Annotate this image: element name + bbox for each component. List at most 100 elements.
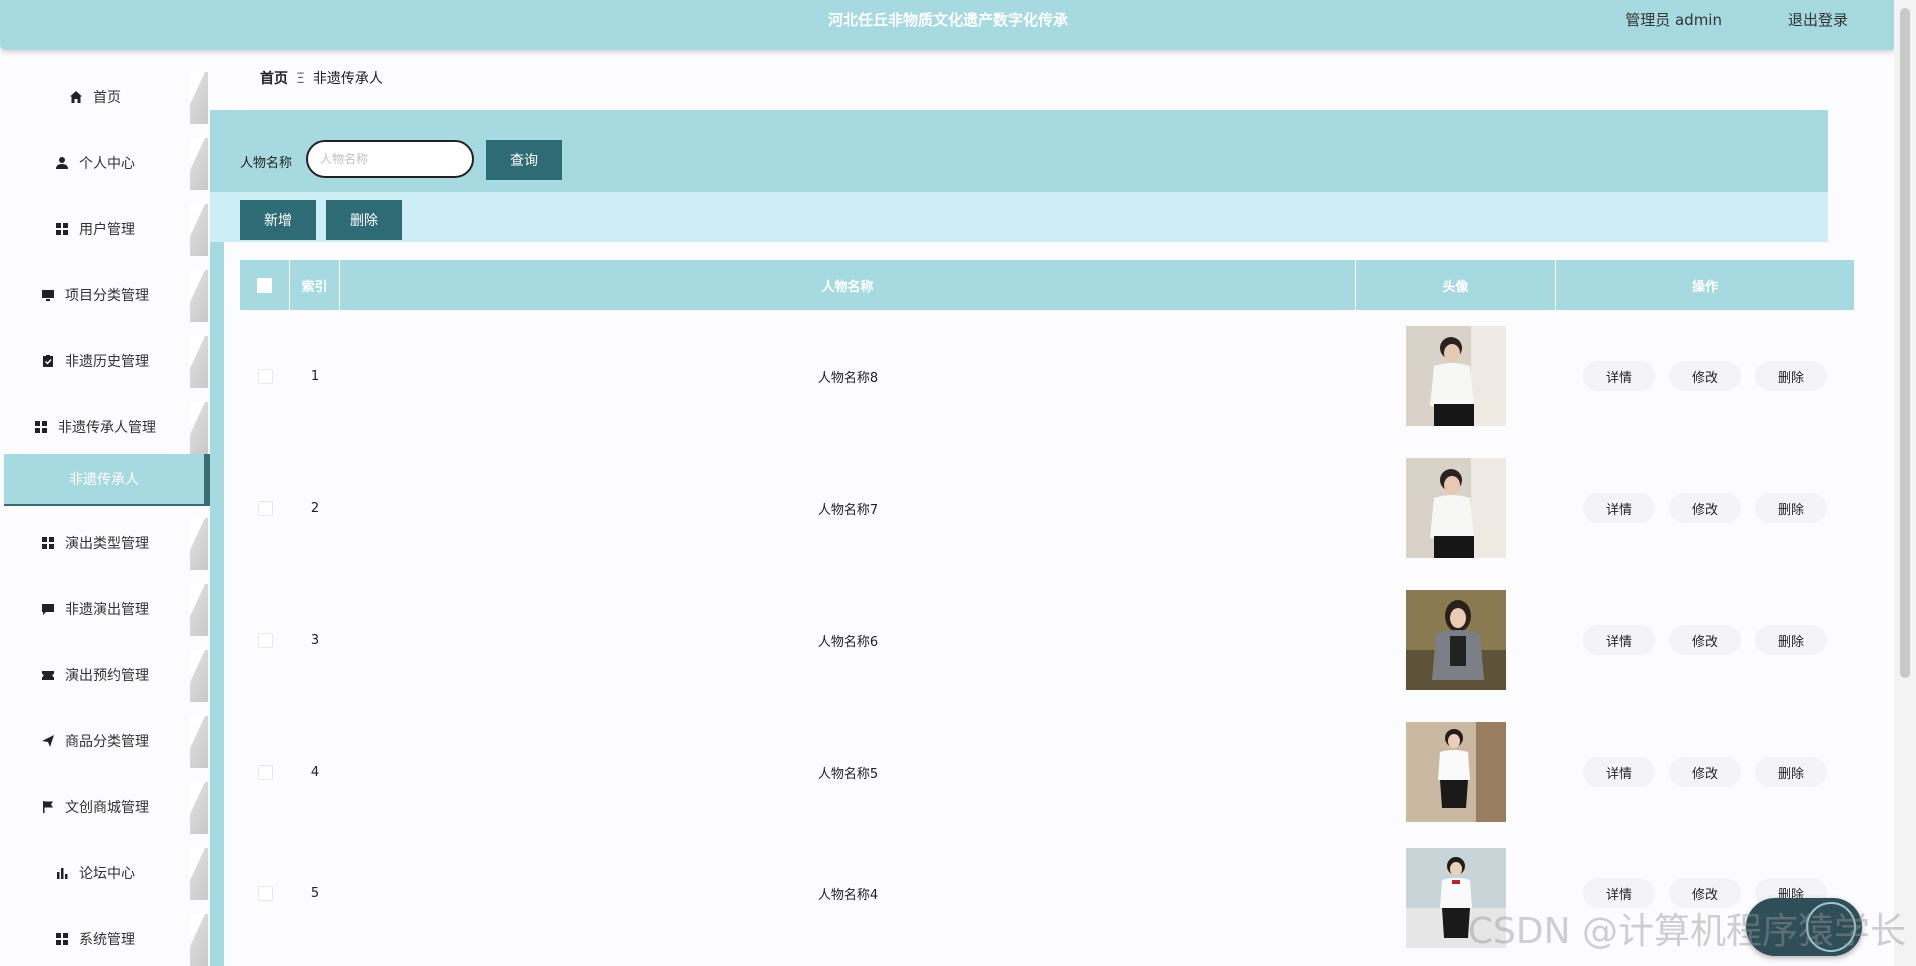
row-select-cell <box>240 838 290 948</box>
sidebar-item-home[interactable]: 首页 <box>0 70 208 124</box>
row-name: 人物名称6 <box>817 634 879 650</box>
sidebar-item-performance-type[interactable]: 演出类型管理 <box>0 516 208 570</box>
monitor-icon <box>41 288 55 302</box>
col-index: 索引 <box>290 260 340 310</box>
sidebar-item-label: 演出预约管理 <box>65 668 149 684</box>
sidebar-item-label: 商品分类管理 <box>65 734 149 750</box>
grid-icon <box>55 222 69 236</box>
sidebar: 首页 个人中心 用户管理 项目分类管理 非遗历史管理 非遗传承人管理 非遗传承人… <box>0 54 210 966</box>
watermark: CSDN @计算机程序猿学长 <box>1467 911 1906 952</box>
col-avatar: 头像 <box>1356 260 1556 310</box>
sidebar-item-label: 首页 <box>93 90 121 106</box>
delete-button[interactable]: 删除 <box>1755 493 1827 523</box>
row-index: 2 <box>310 500 320 516</box>
sidebar-item-shop[interactable]: 文创商城管理 <box>0 780 208 834</box>
sidebar-item-users[interactable]: 用户管理 <box>0 202 208 256</box>
current-user: 管理员 admin <box>1625 11 1722 29</box>
delete-button[interactable]: 删除 <box>1755 625 1827 655</box>
batch-delete-button[interactable]: 删除 <box>326 200 402 240</box>
edit-button[interactable]: 修改 <box>1669 625 1741 655</box>
logout-link[interactable]: 退出登录 <box>1788 0 1848 40</box>
sidebar-item-booking[interactable]: 演出预约管理 <box>0 648 208 702</box>
col-actions: 操作 <box>1691 279 1718 295</box>
select-all-cell <box>240 260 290 310</box>
search-label: 人物名称 <box>240 156 293 171</box>
sidebar-item-label: 非遗传承人管理 <box>58 420 156 436</box>
row-checkbox[interactable] <box>257 500 273 516</box>
sidebar-stripe <box>190 848 208 900</box>
breadcrumb-separator: Ξ <box>296 71 305 87</box>
row-actions: 详情 修改 删除 <box>1556 574 1854 706</box>
sidebar-item-project-category[interactable]: 项目分类管理 <box>0 268 208 322</box>
sidebar-item-label: 个人中心 <box>79 156 135 172</box>
sidebar-item-performance[interactable]: 非遗演出管理 <box>0 582 208 636</box>
breadcrumb-home[interactable]: 首页 <box>260 71 288 87</box>
vertical-scrollbar[interactable] <box>1894 0 1916 966</box>
row-avatar <box>1356 574 1556 706</box>
delete-button[interactable]: 删除 <box>1755 361 1827 391</box>
row-checkbox[interactable] <box>257 764 273 780</box>
sidebar-stripe <box>190 584 208 636</box>
col-name: 人物名称 <box>340 260 1356 310</box>
sidebar-stripe <box>190 650 208 702</box>
clipboard-icon <box>41 354 55 368</box>
delete-button[interactable]: 删除 <box>1755 757 1827 787</box>
ticket-icon <box>41 668 55 682</box>
avatar-image <box>1406 722 1506 822</box>
sidebar-item-inheritor-management[interactable]: 非遗传承人管理 <box>0 400 208 454</box>
detail-button[interactable]: 详情 <box>1583 757 1655 787</box>
sidebar-item-label: 系统管理 <box>79 932 135 948</box>
breadcrumb: 首页 Ξ 非遗传承人 <box>260 68 383 88</box>
row-select-cell <box>240 310 290 442</box>
edit-button[interactable]: 修改 <box>1669 493 1741 523</box>
sidebar-item-label: 用户管理 <box>79 222 135 238</box>
table-row: 3 人物名称6 详情 修改 删除 <box>240 574 1854 706</box>
detail-button[interactable]: 详情 <box>1583 361 1655 391</box>
bar-chart-icon <box>55 866 69 880</box>
sidebar-item-history[interactable]: 非遗历史管理 <box>0 334 208 388</box>
sidebar-item-label: 非遗历史管理 <box>65 354 149 370</box>
sidebar-stripe <box>190 914 208 966</box>
sidebar-item-label: 项目分类管理 <box>65 288 149 304</box>
row-select-cell <box>240 574 290 706</box>
row-select-cell <box>240 442 290 574</box>
row-checkbox[interactable] <box>257 368 273 384</box>
edit-button[interactable]: 修改 <box>1669 361 1741 391</box>
sidebar-item-forum[interactable]: 论坛中心 <box>0 846 208 900</box>
row-index: 4 <box>310 764 320 780</box>
sidebar-item-label: 非遗传承人 <box>69 472 139 488</box>
sidebar-stripe <box>190 716 208 768</box>
detail-button[interactable]: 详情 <box>1583 493 1655 523</box>
row-checkbox[interactable] <box>257 632 273 648</box>
grid-icon <box>34 420 48 434</box>
sidebar-item-profile[interactable]: 个人中心 <box>0 136 208 190</box>
send-icon <box>41 734 55 748</box>
edit-button[interactable]: 修改 <box>1669 757 1741 787</box>
avatar-image <box>1406 590 1506 690</box>
row-actions: 详情 修改 删除 <box>1556 310 1854 442</box>
add-button[interactable]: 新增 <box>240 200 316 240</box>
detail-button[interactable]: 详情 <box>1583 625 1655 655</box>
sidebar-item-inheritor[interactable]: 非遗传承人 <box>4 454 210 506</box>
sidebar-stripe <box>190 72 208 124</box>
search-input[interactable] <box>306 140 474 178</box>
row-avatar <box>1356 442 1556 574</box>
row-name: 人物名称7 <box>817 502 879 518</box>
row-avatar <box>1356 706 1556 838</box>
row-checkbox[interactable] <box>257 885 273 901</box>
home-icon <box>69 90 83 104</box>
sidebar-stripe <box>190 204 208 256</box>
app-title: 河北任丘非物质文化遗产数字化传承 <box>827 11 1068 29</box>
grid-icon <box>55 932 69 946</box>
sidebar-item-label: 论坛中心 <box>79 866 135 882</box>
sidebar-stripe <box>190 138 208 190</box>
scrollbar-thumb[interactable] <box>1900 8 1910 678</box>
row-select-cell <box>240 706 290 838</box>
query-button[interactable]: 查询 <box>486 140 562 180</box>
sidebar-item-system[interactable]: 系统管理 <box>0 912 208 966</box>
row-index: 5 <box>310 885 320 901</box>
breadcrumb-current: 非遗传承人 <box>312 71 383 87</box>
flag-icon <box>41 800 55 814</box>
select-all-checkbox[interactable] <box>257 277 272 293</box>
sidebar-item-goods-category[interactable]: 商品分类管理 <box>0 714 208 768</box>
